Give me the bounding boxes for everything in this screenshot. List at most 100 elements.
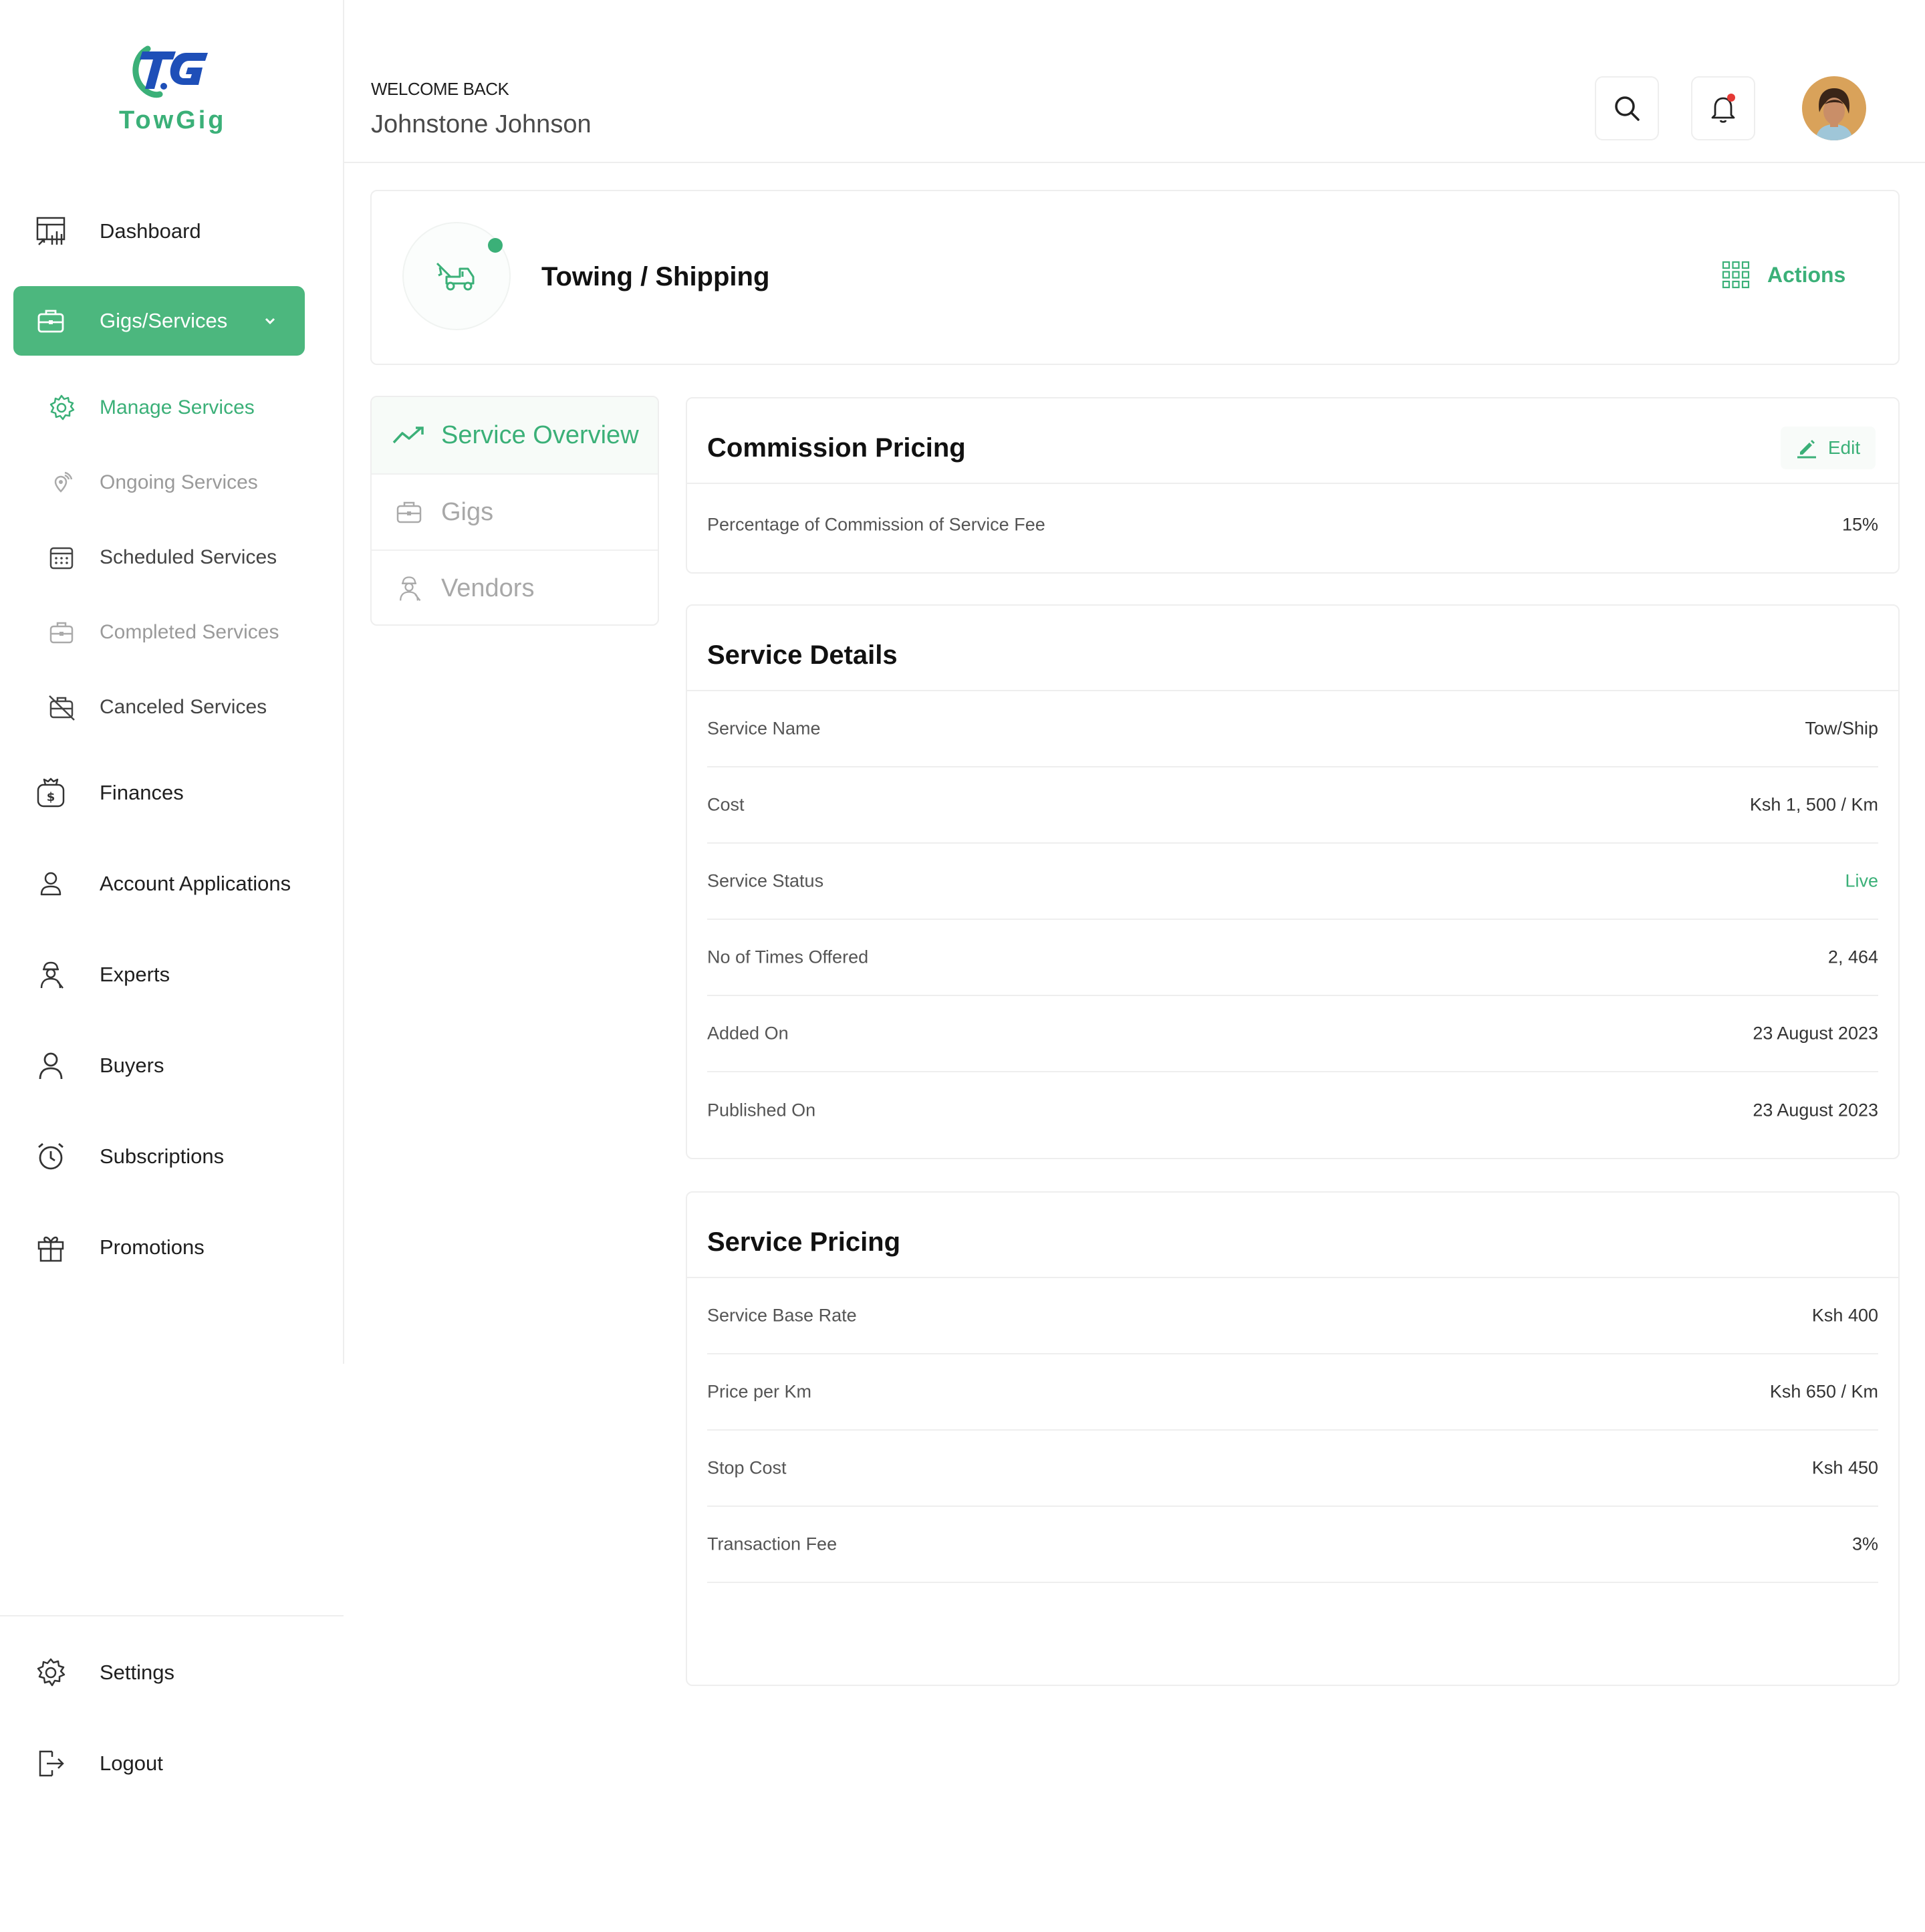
pencil-icon	[1797, 440, 1816, 459]
calendar-icon	[49, 547, 74, 570]
notification-dot	[1727, 94, 1735, 102]
welcome-text: WELCOME BACK	[371, 79, 509, 99]
row-label: Cost	[707, 794, 745, 815]
sidebar: TowGig Dashboard Gigs/Services Manage Se…	[0, 0, 344, 1932]
tab-vendors[interactable]: Vendors	[372, 550, 658, 624]
actions-label: Actions	[1767, 262, 1846, 287]
sidebar-subitem-label: Canceled Services	[100, 696, 267, 718]
sidebar-subitem-scheduled-services[interactable]: Scheduled Services	[13, 531, 305, 584]
service-pricing-card: Service Pricing Service Base Rate Ksh 40…	[686, 1191, 1900, 1686]
grid-icon	[1722, 261, 1750, 289]
worker-icon	[40, 961, 63, 989]
row-value: 3%	[1851, 1534, 1878, 1554]
gear-icon	[49, 394, 75, 420]
sidebar-item-label: Finances	[100, 781, 184, 804]
worker-icon	[392, 571, 426, 606]
sidebar-item-label: Gigs/Services	[100, 309, 228, 332]
briefcase-icon	[392, 495, 426, 529]
row-value: 2, 464	[1827, 947, 1878, 967]
briefcase-icon	[37, 310, 64, 333]
user-avatar-image	[1802, 76, 1866, 140]
brand-name: TowGig	[119, 106, 227, 134]
table-row: Added On 23 August 2023	[707, 996, 1878, 1072]
sidebar-item-logout[interactable]: Logout	[13, 1729, 305, 1798]
row-label: Percentage of Commission of Service Fee	[707, 514, 1045, 535]
service-tabs: Service Overview Gigs Vendors	[370, 396, 659, 626]
search-icon	[1615, 96, 1640, 121]
status-dot	[488, 238, 503, 253]
sidebar-item-finances[interactable]: $ Finances	[13, 758, 305, 828]
sidebar-item-label: Logout	[100, 1752, 163, 1775]
row-value: Tow/Ship	[1805, 718, 1878, 739]
brand-logo[interactable]: TowGig	[119, 37, 226, 140]
row-value: 23 August 2023	[1753, 1100, 1878, 1120]
sidebar-subitem-completed-services[interactable]: Completed Services	[13, 606, 305, 659]
tab-label: Gigs	[441, 497, 494, 526]
tab-label: Vendors	[441, 574, 535, 602]
table-row: No of Times Offered 2, 464	[707, 920, 1878, 996]
tab-service-overview[interactable]: Service Overview	[372, 397, 658, 473]
actions-button[interactable]: Actions	[1722, 261, 1845, 289]
row-label: Price per Km	[707, 1381, 812, 1402]
sidebar-subitem-label: Manage Services	[100, 396, 255, 418]
sidebar-item-experts[interactable]: Experts	[13, 940, 305, 1009]
avatar[interactable]	[1802, 76, 1866, 140]
sidebar-item-dashboard[interactable]: Dashboard	[13, 197, 305, 266]
edit-label: Edit	[1827, 437, 1861, 458]
table-row: Published On 23 August 2023	[707, 1072, 1878, 1149]
tow-truck-icon	[436, 262, 475, 291]
briefcase-off-icon	[49, 695, 75, 721]
row-label: Service Base Rate	[707, 1305, 857, 1326]
dashboard-chart-icon	[36, 217, 66, 245]
bell-icon	[1711, 94, 1735, 123]
card-title: Service Pricing	[707, 1227, 901, 1257]
sidebar-subitem-canceled-services[interactable]: Canceled Services	[13, 681, 305, 734]
sidebar-item-account-applications[interactable]: Account Applications	[13, 849, 305, 919]
sidebar-item-subscriptions[interactable]: Subscriptions	[13, 1122, 305, 1191]
sidebar-border	[343, 0, 344, 1364]
sidebar-item-label: Experts	[100, 963, 170, 986]
row-value: Ksh 400	[1811, 1305, 1878, 1326]
briefcase-icon	[49, 622, 74, 644]
table-row: Transaction Fee 3%	[707, 1507, 1878, 1583]
alarm-clock-icon	[38, 1142, 63, 1170]
row-value: Ksh 1, 500 / Km	[1749, 794, 1878, 815]
service-title-card: Towing / Shipping Actions	[370, 190, 1900, 365]
sidebar-subitem-manage-services[interactable]: Manage Services	[13, 381, 305, 435]
row-value: 23 August 2023	[1753, 1023, 1878, 1044]
user-icon	[40, 872, 61, 896]
sidebar-item-gigs-services[interactable]: Gigs/Services	[13, 286, 305, 356]
status-badge: Live	[1845, 870, 1878, 891]
location-signal-icon	[54, 471, 73, 493]
chevron-down-icon[interactable]	[262, 313, 278, 329]
user-name: Johnstone Johnson	[371, 110, 592, 138]
person-icon	[39, 1052, 63, 1080]
sidebar-subitem-ongoing-services[interactable]: Ongoing Services	[13, 456, 305, 509]
row-value: Ksh 450	[1811, 1457, 1878, 1478]
tab-gigs[interactable]: Gigs	[372, 473, 658, 550]
gear-icon	[37, 1658, 66, 1687]
row-value: Ksh 650 / Km	[1769, 1381, 1878, 1402]
sidebar-item-buyers[interactable]: Buyers	[13, 1031, 305, 1100]
tg-logo-mark	[132, 45, 208, 98]
row-label: Transaction Fee	[707, 1534, 838, 1554]
top-header: WELCOME BACK Johnstone Johnson	[344, 0, 1925, 163]
search-button[interactable]	[1595, 76, 1659, 140]
service-details-card: Service Details Service Name Tow/Ship Co…	[686, 604, 1900, 1159]
sidebar-item-label: Account Applications	[100, 872, 291, 895]
card-title: Service Details	[707, 640, 898, 670]
notification-button[interactable]	[1691, 76, 1755, 140]
row-label: No of Times Offered	[707, 947, 869, 967]
sidebar-subitem-label: Completed Services	[100, 621, 279, 643]
card-divider	[687, 483, 1898, 484]
row-label: Stop Cost	[707, 1457, 787, 1478]
card-title: Commission Pricing	[707, 433, 966, 463]
sidebar-item-promotions[interactable]: Promotions	[13, 1213, 305, 1282]
row-label: Service Name	[707, 718, 821, 739]
sidebar-item-settings[interactable]: Settings	[13, 1638, 305, 1707]
sidebar-subitem-label: Ongoing Services	[100, 471, 258, 493]
table-row: Service Status Live	[707, 844, 1878, 920]
edit-button[interactable]: Edit	[1781, 427, 1876, 469]
table-row: Service Name Tow/Ship	[707, 691, 1878, 767]
row-value: 15%	[1841, 514, 1878, 535]
